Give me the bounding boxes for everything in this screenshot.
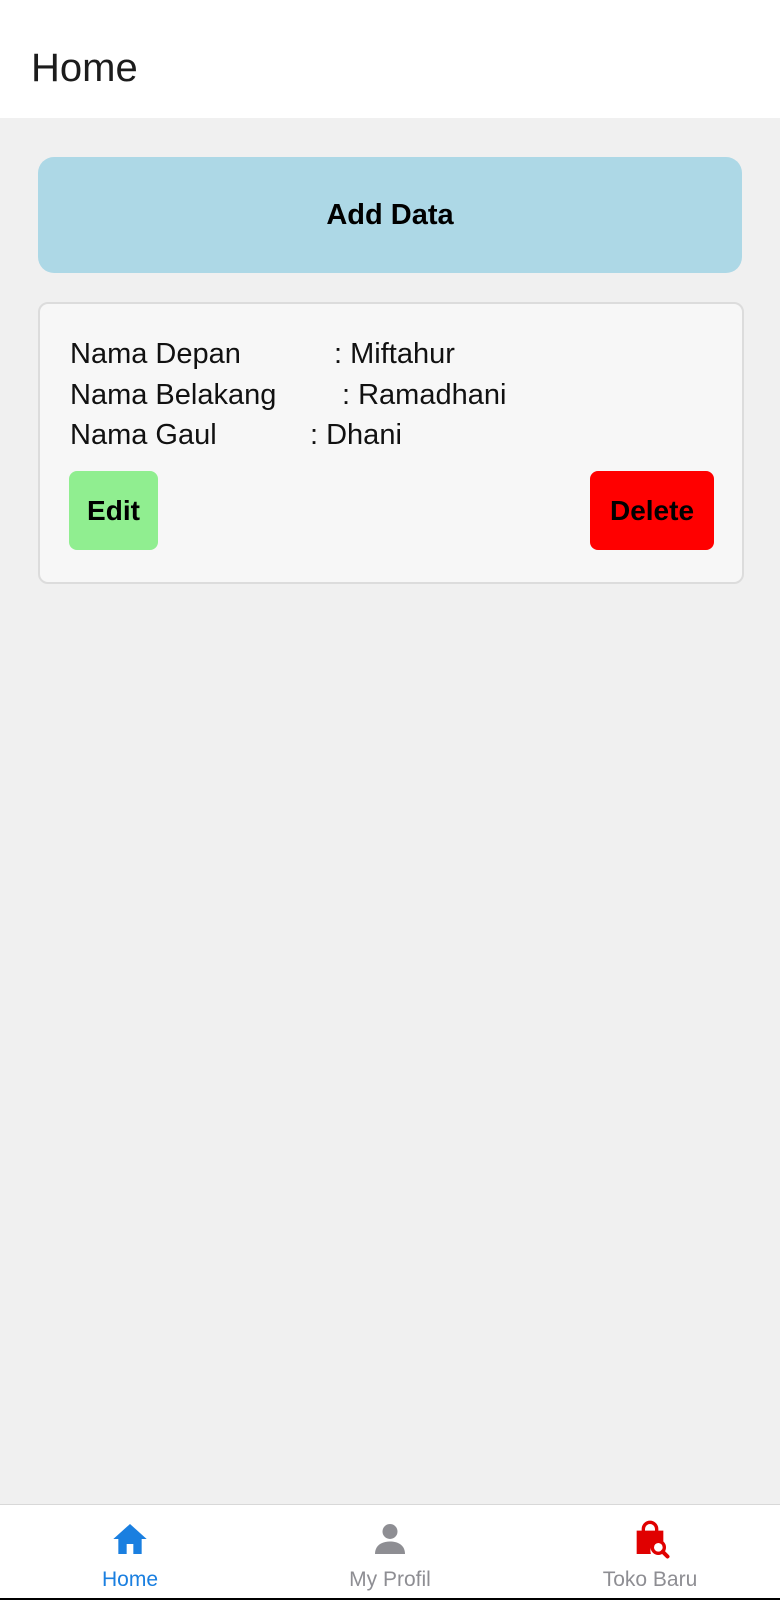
nama-depan-value: : Miftahur bbox=[334, 338, 455, 370]
person-icon bbox=[375, 1524, 405, 1554]
tab-my-profil-label: My Profil bbox=[349, 1568, 431, 1591]
page-title: Home bbox=[31, 46, 138, 90]
tab-toko-baru-label: Toko Baru bbox=[602, 1568, 698, 1591]
tab-my-profil[interactable]: My Profil bbox=[260, 1505, 520, 1599]
app-screen: Home Add Data Nama Depan : Miftahur Nama… bbox=[0, 0, 780, 1600]
shopping-bag-search-icon bbox=[636, 1520, 670, 1559]
home-icon bbox=[113, 1524, 147, 1554]
tab-toko-baru[interactable]: Toko Baru bbox=[520, 1505, 780, 1599]
add-data-button[interactable]: Add Data bbox=[38, 157, 742, 273]
bottom-tab-bar: Home My Profil Toko Baru bbox=[0, 1504, 780, 1599]
header: Home bbox=[0, 0, 780, 118]
delete-button[interactable]: Delete bbox=[590, 471, 714, 550]
tab-home[interactable]: Home bbox=[0, 1505, 260, 1599]
nama-gaul-label: Nama Gaul bbox=[70, 419, 217, 451]
nama-depan-label: Nama Depan bbox=[70, 338, 241, 370]
tab-home-label: Home bbox=[101, 1568, 159, 1591]
edit-button[interactable]: Edit bbox=[69, 471, 158, 550]
nama-belakang-value: : Ramadhani bbox=[342, 379, 507, 411]
main-content: Add Data Nama Depan : Miftahur Nama Bela… bbox=[0, 118, 780, 1504]
nama-belakang-label: Nama Belakang bbox=[70, 379, 277, 411]
data-card: Nama Depan : Miftahur Nama Belakang : Ra… bbox=[38, 302, 744, 584]
nama-gaul-value: : Dhani bbox=[310, 419, 402, 451]
